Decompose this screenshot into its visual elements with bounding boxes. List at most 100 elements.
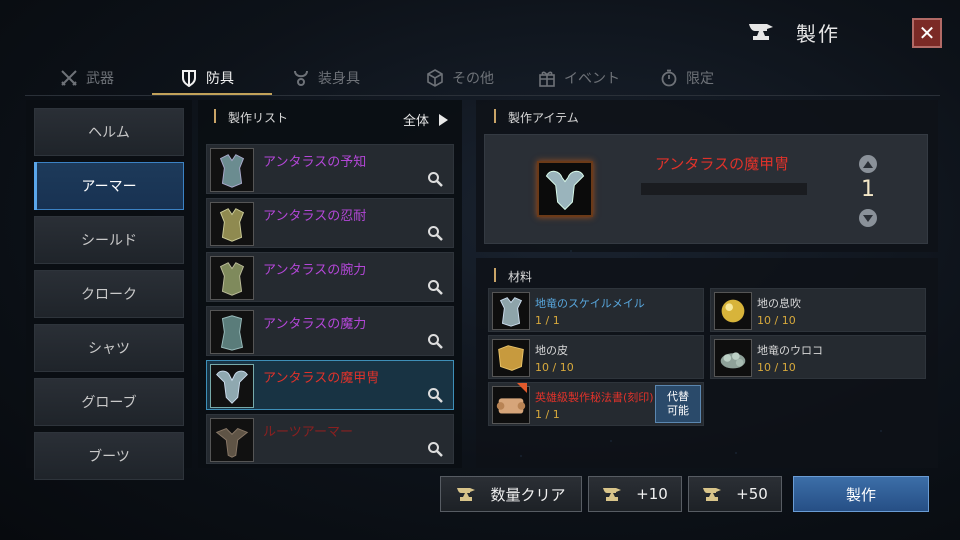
category-armor[interactable]: アーマー [34,162,184,210]
material-count: 10 / 10 [757,361,796,374]
tab-label: 装身具 [318,71,360,87]
magnifier-icon[interactable] [427,171,443,187]
quantity-decrease-button[interactable] [859,209,877,227]
plus50-label: +50 [736,485,768,503]
material-item[interactable]: 地竜のスケイルメイル 1 / 1 [488,288,704,332]
craft-button[interactable]: 製作 [793,476,929,512]
material-item[interactable]: 地の息吹 10 / 10 [710,288,926,332]
leather-icon [492,339,530,377]
anvil-icon [749,24,773,40]
material-item[interactable]: 地竜のウロコ 10 / 10 [710,335,926,379]
clear-quantity-label: 数量クリア [490,485,566,504]
cube-icon [427,69,443,87]
item-name: アンタラスの魔力 [263,317,367,332]
armor-icon [210,364,254,408]
scales-icon [714,339,752,377]
tab-label: 防具 [206,71,234,87]
material-item[interactable]: 地の皮 10 / 10 [488,335,704,379]
craft-item-name: アンタラスの魔甲冑 [655,155,790,173]
tab-label: 武器 [86,71,114,87]
category-cloak[interactable]: クローク [34,270,184,318]
magnifier-icon[interactable] [427,333,443,349]
list-item[interactable]: ルーツアーマー [206,414,454,464]
armor-icon [492,292,530,330]
item-name: アンタラスの予知 [263,155,367,170]
item-name: アンタラスの忍耐 [263,209,367,224]
craft-item-panel: 製作アイテム アンタラスの魔甲冑 1 [476,100,938,252]
armor-icon [210,202,254,246]
armor-icon [537,161,593,217]
plus50-button[interactable]: +50 [688,476,782,512]
gift-icon [539,71,555,87]
materials-panel: 材料 地竜のスケイルメイル 1 / 1 地の息吹 10 / 10 地の皮 10 … [476,258,938,468]
magnifier-icon[interactable] [427,279,443,295]
plus10-label: +10 [636,485,668,503]
section-marker [214,109,216,123]
tab-event[interactable]: イベント [538,62,620,94]
filter-dropdown[interactable]: 全体 [403,110,448,129]
close-icon[interactable]: ✕ [919,21,936,45]
section-marker [494,268,496,282]
material-name: 地竜のスケイルメイル [535,297,645,310]
category-shield[interactable]: シールド [34,216,184,264]
magnifier-icon[interactable] [427,441,443,457]
crossed-swords-icon [61,70,77,86]
substitute-button[interactable]: 代替 可能 [655,385,701,423]
material-count: 10 / 10 [535,361,574,374]
close-button[interactable]: ✕ [912,18,942,48]
crafting-screen: { "header": { "title": "製作", "icon": "an… [0,0,960,540]
material-name: 地の息吹 [757,297,801,310]
list-item[interactable]: アンタラスの魔力 [206,306,454,356]
tab-limited[interactable]: 限定 [660,62,714,94]
tab-label: その他 [452,71,494,87]
tab-armor[interactable]: 防具 [180,62,234,94]
substitute-label-line1: 代替 [667,390,689,403]
list-item[interactable]: アンタラスの予知 [206,144,454,194]
golden-orb-icon [714,292,752,330]
anvil-icon [603,488,622,501]
tab-accessories[interactable]: 装身具 [292,62,360,94]
section-marker [494,109,496,123]
material-name: 地の皮 [535,344,568,357]
item-name: アンタラスの腕力 [263,263,367,278]
tab-weapons[interactable]: 武器 [60,62,114,94]
material-name: 地竜のウロコ [757,344,823,357]
category-shirt[interactable]: シャツ [34,324,184,372]
selected-item-box: アンタラスの魔甲冑 1 [484,134,928,244]
shield-icon [182,70,196,87]
magnifier-icon[interactable] [427,225,443,241]
plus10-button[interactable]: +10 [588,476,682,512]
clear-quantity-button[interactable]: 数量クリア [440,476,582,512]
necklace-icon [294,70,308,86]
materials-title: 材料 [508,270,533,284]
category-boots[interactable]: ブーツ [34,432,184,480]
armor-icon [210,310,254,354]
stopwatch-icon [661,69,677,87]
armor-icon [210,256,254,300]
list-item[interactable]: アンタラスの腕力 [206,252,454,302]
category-gloves[interactable]: グローブ [34,378,184,426]
tab-other[interactable]: その他 [426,62,494,94]
tabs-divider [25,95,940,96]
active-tab-indicator [152,93,272,95]
item-name: ルーツアーマー [263,425,353,440]
armor-category-sidebar: ヘルム アーマー シールド クローク シャツ グローブ ブーツ [26,100,192,480]
quantity-increase-button[interactable] [859,155,877,173]
material-count: 1 / 1 [535,314,560,327]
craft-list-panel: 製作リスト 全体 アンタラスの予知 アンタラスの忍耐 アンタラスの腕力 アンタラ… [198,100,462,468]
material-name: 英雄級製作秘法書(刻印) [535,391,654,404]
tab-label: イベント [564,71,620,87]
category-helm[interactable]: ヘルム [34,108,184,156]
item-name: アンタラスの魔甲冑 [263,371,380,386]
magnifier-icon[interactable] [427,387,443,403]
craft-list-title: 製作リスト [228,111,289,125]
material-item[interactable]: 英雄級製作秘法書(刻印) 1 / 1 代替 可能 [488,382,704,426]
triangle-up-icon [863,160,873,168]
list-item-selected[interactable]: アンタラスの魔甲冑 [206,360,454,410]
substitute-label-line2: 可能 [667,404,689,417]
armor-icon [210,418,254,462]
anvil-icon [703,488,722,501]
material-count: 10 / 10 [757,314,796,327]
craft-item-title: 製作アイテム [508,111,579,125]
list-item[interactable]: アンタラスの忍耐 [206,198,454,248]
